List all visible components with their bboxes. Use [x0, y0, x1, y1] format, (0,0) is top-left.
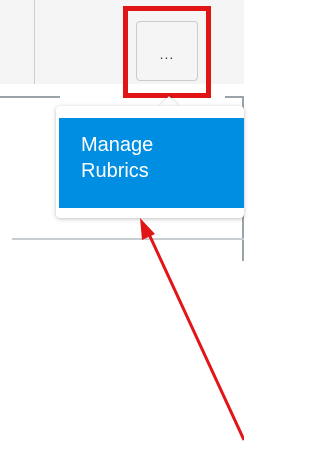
- content-bottom-divider: [12, 238, 244, 240]
- content-divider-left: [0, 96, 60, 98]
- screenshot-canvas: ... Manage Rubrics: [0, 0, 244, 451]
- header-divider: [34, 0, 35, 84]
- header-area: [0, 0, 244, 84]
- menu-item-manage-rubrics[interactable]: Manage Rubrics: [59, 118, 244, 208]
- more-options-button[interactable]: ...: [136, 21, 198, 81]
